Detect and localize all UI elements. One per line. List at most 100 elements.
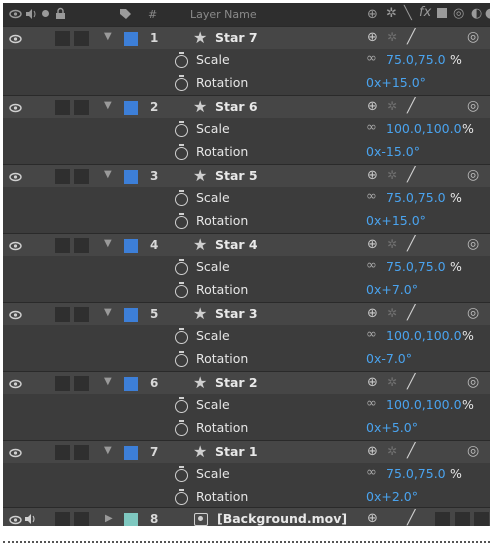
stopwatch-icon[interactable]	[175, 466, 188, 482]
rotation-value[interactable]: 0x+2.0°	[366, 489, 418, 504]
visibility-toggle[interactable]	[9, 447, 22, 461]
speaker-icon[interactable]	[23, 513, 37, 526]
stopwatch-icon[interactable]	[175, 489, 188, 505]
lock-toggle[interactable]	[74, 100, 89, 115]
rotation-value[interactable]: 0x+15.0°	[366, 213, 426, 228]
scale-property-row[interactable]: Scale ∞ 100.0,100.0 %	[3, 325, 490, 348]
effects-icon[interactable]: fx	[419, 5, 431, 20]
stopwatch-icon[interactable]	[175, 328, 188, 344]
stopwatch-icon[interactable]	[175, 259, 188, 275]
lock-toggle[interactable]	[74, 376, 89, 391]
quality-switch-icon[interactable]: ╱	[407, 510, 415, 526]
motion-blur-switch-icon[interactable]: ◎	[467, 374, 479, 390]
solo-toggle[interactable]	[55, 445, 70, 460]
shy-switch-icon[interactable]: ⊕	[367, 99, 378, 114]
label-color-swatch[interactable]	[124, 239, 138, 253]
switch-cell[interactable]	[455, 512, 470, 526]
3d-layer-icon[interactable]: ◐	[485, 6, 490, 21]
lock-toggle[interactable]	[74, 445, 89, 460]
layer-name[interactable]: Star 3	[215, 306, 258, 321]
stopwatch-icon[interactable]	[175, 121, 188, 137]
layer-row[interactable]: ▼ 5 ★ Star 3 ⊕ ✲ ╱ ◎	[3, 302, 490, 325]
scale-value[interactable]: 75.0,75.0	[386, 466, 446, 481]
tag-icon[interactable]	[119, 8, 132, 23]
rotation-property-row[interactable]: Rotation 0x+2.0°	[3, 486, 490, 509]
visibility-toggle[interactable]	[9, 171, 22, 185]
collapse-switch-icon[interactable]: ✲	[387, 237, 397, 251]
rotation-value[interactable]: 0x-7.0°	[366, 351, 412, 366]
expand-triangle-icon[interactable]: ▼	[104, 100, 112, 111]
link-icon[interactable]: ∞	[366, 258, 377, 273]
motion-blur-switch-icon[interactable]: ◎	[467, 167, 479, 183]
shy-switch-icon[interactable]: ⊕	[367, 306, 378, 321]
layer-name[interactable]: Star 1	[215, 444, 258, 459]
layer-name[interactable]: Star 5	[215, 168, 258, 183]
solo-toggle[interactable]	[55, 512, 70, 526]
link-icon[interactable]: ∞	[366, 120, 377, 135]
shy-switch-icon[interactable]: ⊕	[367, 375, 378, 390]
visibility-toggle[interactable]	[9, 240, 22, 254]
shy-switch-icon[interactable]: ⊕	[367, 444, 378, 459]
stopwatch-icon[interactable]	[175, 397, 188, 413]
link-icon[interactable]: ∞	[366, 396, 377, 411]
link-icon[interactable]: ∞	[366, 189, 377, 204]
rotation-value[interactable]: 0x+5.0°	[366, 420, 418, 435]
scale-property-row[interactable]: Scale ∞ 100.0,100.0 %	[3, 118, 490, 141]
collapse-icon[interactable]: ✲	[386, 6, 397, 21]
shy-switch-icon[interactable]: ⊕	[367, 30, 378, 45]
expand-triangle-icon[interactable]: ▼	[104, 238, 112, 249]
solo-toggle[interactable]	[55, 100, 70, 115]
shy-switch-icon[interactable]: ⊕	[367, 168, 378, 183]
layer-name-column-header[interactable]: Layer Name	[190, 8, 257, 21]
quality-switch-icon[interactable]: ╱	[407, 305, 415, 321]
scale-value[interactable]: 100.0,100.0	[386, 397, 462, 412]
motion-blur-switch-icon[interactable]: ◎	[467, 443, 479, 459]
quality-switch-icon[interactable]: ╱	[407, 167, 415, 183]
quality-icon[interactable]: ╲	[404, 6, 412, 21]
stopwatch-icon[interactable]	[175, 282, 188, 298]
collapse-switch-icon[interactable]: ✲	[387, 30, 397, 44]
stopwatch-icon[interactable]	[175, 52, 188, 68]
number-column-header[interactable]: #	[148, 8, 157, 21]
shy-icon[interactable]: ⊕	[367, 7, 378, 22]
layer-name[interactable]: Star 7	[215, 30, 258, 45]
label-color-swatch[interactable]	[124, 101, 138, 115]
stopwatch-icon[interactable]	[175, 420, 188, 436]
solo-toggle[interactable]	[55, 238, 70, 253]
rotation-value[interactable]: 0x-15.0°	[366, 144, 420, 159]
quality-switch-icon[interactable]: ╱	[407, 98, 415, 114]
link-icon[interactable]: ∞	[366, 327, 377, 342]
layer-row[interactable]: ▼ 3 ★ Star 5 ⊕ ✲ ╱ ◎	[3, 164, 490, 187]
stopwatch-icon[interactable]	[175, 213, 188, 229]
switch-cell[interactable]	[435, 512, 450, 526]
expand-triangle-icon[interactable]: ▶	[105, 513, 113, 524]
visibility-toggle[interactable]	[9, 309, 22, 323]
scale-property-row[interactable]: Scale ∞ 75.0,75.0 %	[3, 187, 490, 210]
layer-row[interactable]: ▼ 4 ★ Star 4 ⊕ ✲ ╱ ◎	[3, 233, 490, 256]
layer-name[interactable]: Star 2	[215, 375, 258, 390]
rotation-property-row[interactable]: Rotation 0x-7.0°	[3, 348, 490, 371]
lock-toggle[interactable]	[74, 307, 89, 322]
link-icon[interactable]: ∞	[366, 465, 377, 480]
quality-switch-icon[interactable]: ╱	[407, 443, 415, 459]
motion-blur-icon[interactable]: ◎	[453, 6, 464, 21]
motion-blur-switch-icon[interactable]: ◎	[467, 29, 479, 45]
scale-value[interactable]: 75.0,75.0	[386, 52, 446, 67]
solo-toggle[interactable]	[55, 307, 70, 322]
speaker-icon[interactable]	[24, 8, 38, 23]
eye-icon[interactable]	[9, 9, 22, 22]
layer-row[interactable]: ▼ 2 ★ Star 6 ⊕ ✲ ╱ ◎	[3, 95, 490, 118]
label-color-swatch[interactable]	[124, 32, 138, 46]
scale-property-row[interactable]: Scale ∞ 75.0,75.0 %	[3, 256, 490, 279]
quality-switch-icon[interactable]: ╱	[407, 374, 415, 390]
label-color-swatch[interactable]	[124, 513, 138, 526]
rotation-property-row[interactable]: Rotation 0x+7.0°	[3, 279, 490, 302]
layer-name[interactable]: Star 4	[215, 237, 258, 252]
rotation-value[interactable]: 0x+15.0°	[366, 75, 426, 90]
collapse-switch-icon[interactable]: ✲	[387, 99, 397, 113]
adjustment-icon[interactable]: ◐	[471, 6, 482, 21]
visibility-toggle[interactable]	[9, 102, 22, 116]
layer-row-background[interactable]: ▶ 8 [Background.mov] ⊕ ╱	[3, 507, 490, 526]
visibility-toggle[interactable]	[9, 514, 22, 526]
solo-toggle[interactable]	[55, 169, 70, 184]
